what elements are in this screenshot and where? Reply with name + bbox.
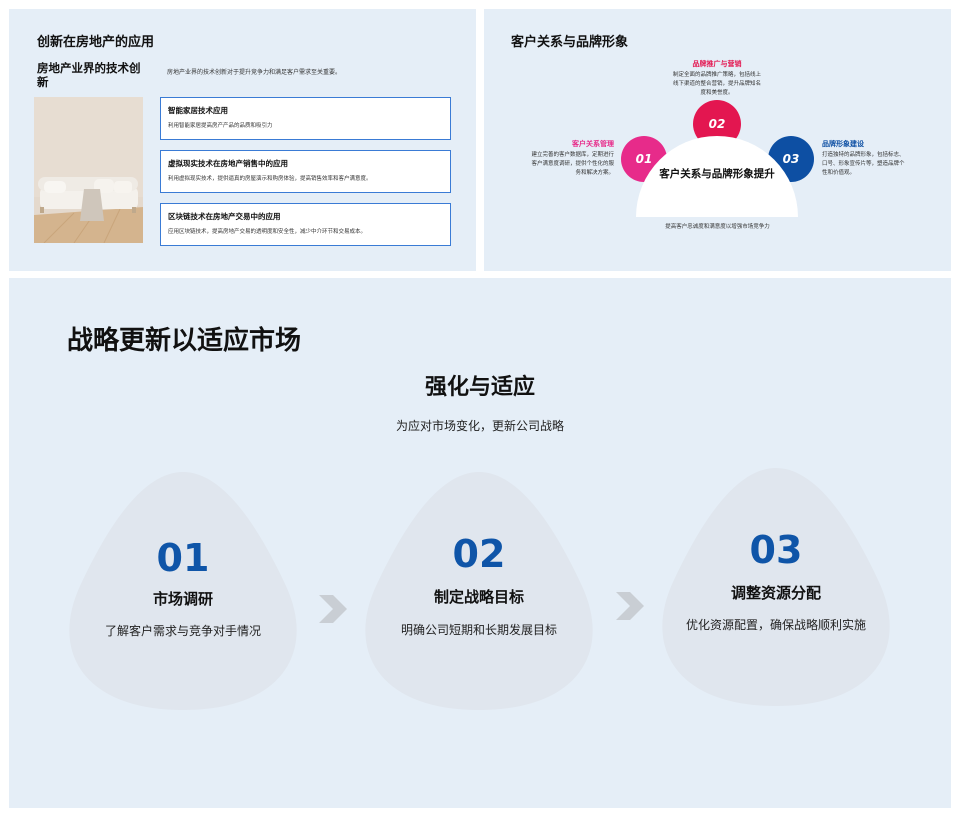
card-desc: 利用虚拟现实技术，提供逼真的房屋演示和购房体验，提高销售效率和客户满意度。 [168,176,372,182]
step-label: 市场调研 [152,590,213,608]
slide-innovation[interactable]: 创新在房地产的应用 房地产业界的技术创新 房地产业界的技术创新对于提升竞争力和满… [9,9,476,271]
card-vr[interactable]: 虚拟现实技术在房地产销售中的应用 利用虚拟现实技术，提供逼真的房屋演示和购房体验… [160,150,451,193]
step-label: 制定战略目标 [433,588,524,606]
chevron-right-icon [315,592,349,630]
item-desc: 制定全面的品牌推广策略，包括线上线下渠道的整合营销，提升品牌知名度和美誉度。 [672,72,761,96]
living-room-photo [34,97,143,243]
chevron-right-icon [612,589,646,627]
item-desc: 打造独特的品牌形象，包括标志、口号、形象宣传片等，塑造品牌个性和价值观。 [822,152,905,176]
card-desc: 应用区块链技术，提高房地产交易的透明度和安全性，减少中介环节和交易成本。 [168,229,367,235]
card-smart-home[interactable]: 智能家居技术应用 利用智能家居提高房产产品的品质和吸引力 [160,97,451,140]
step-number: 01 [156,536,210,580]
step-label: 调整资源分配 [730,584,821,602]
card-desc: 利用智能家居提高房产产品的品质和吸引力 [168,123,273,129]
step-card-2[interactable]: 02 制定战略目标 明确公司短期和长期发展目标 [354,466,604,716]
item-title: 品牌推广与营销 [692,60,742,68]
step-number: 02 [452,532,506,576]
card-title: 智能家居技术应用 [168,106,228,115]
bottom-caption: 提高客户忠诚度和满意度以增强市场竞争力 [665,224,770,230]
section-subtitle: 房地产业界的技术创新 [37,61,141,89]
item-desc: 建立完善的客户数据库，定期进行客户满意度调研，提供个性化的服务和解决方案。 [531,152,614,176]
item-title: 客户关系管理 [572,140,614,148]
section-heading: 强化与适应 [424,375,535,400]
card-title: 虚拟现实技术在房地产销售中的应用 [168,159,288,168]
step-desc: 了解客户需求与竞争对手情况 [104,624,261,638]
slide-customer-brand[interactable]: 客户关系与品牌形象 品牌推广与营销 制定全面的品牌推广策略，包括线上线下渠道的整… [484,9,951,271]
slide-title: 战略更新以适应市场 [67,326,302,356]
step-number: 03 [749,528,803,572]
step-card-1[interactable]: 01 市场调研 了解客户需求与竞争对手情况 [58,466,308,716]
slide-title: 创新在房地产的应用 [37,35,155,50]
card-title: 区块链技术在房地产交易中的应用 [168,212,281,221]
step-card-3[interactable]: 03 调整资源分配 优化资源配置，确保战略顺利实施 [651,462,901,712]
slide-title: 客户关系与品牌形象 [511,35,629,50]
item-title: 品牌形象建设 [822,140,864,148]
section-subheading: 为应对市场变化，更新公司战略 [395,419,564,433]
step-desc: 明确公司短期和长期发展目标 [400,623,557,637]
slide-strategy[interactable]: 战略更新以适应市场 强化与适应 为应对市场变化，更新公司战略 01 市场调研 了… [9,278,951,808]
intro-text: 房地产业界的技术创新对于提升竞争力和满足客户需求至关重要。 [167,69,342,76]
card-blockchain[interactable]: 区块链技术在房地产交易中的应用 应用区块链技术，提高房地产交易的透明度和安全性，… [160,203,451,246]
center-title: 客户关系与品牌形象提升 [659,168,775,180]
step-desc: 优化资源配置，确保战略顺利实施 [685,618,866,632]
